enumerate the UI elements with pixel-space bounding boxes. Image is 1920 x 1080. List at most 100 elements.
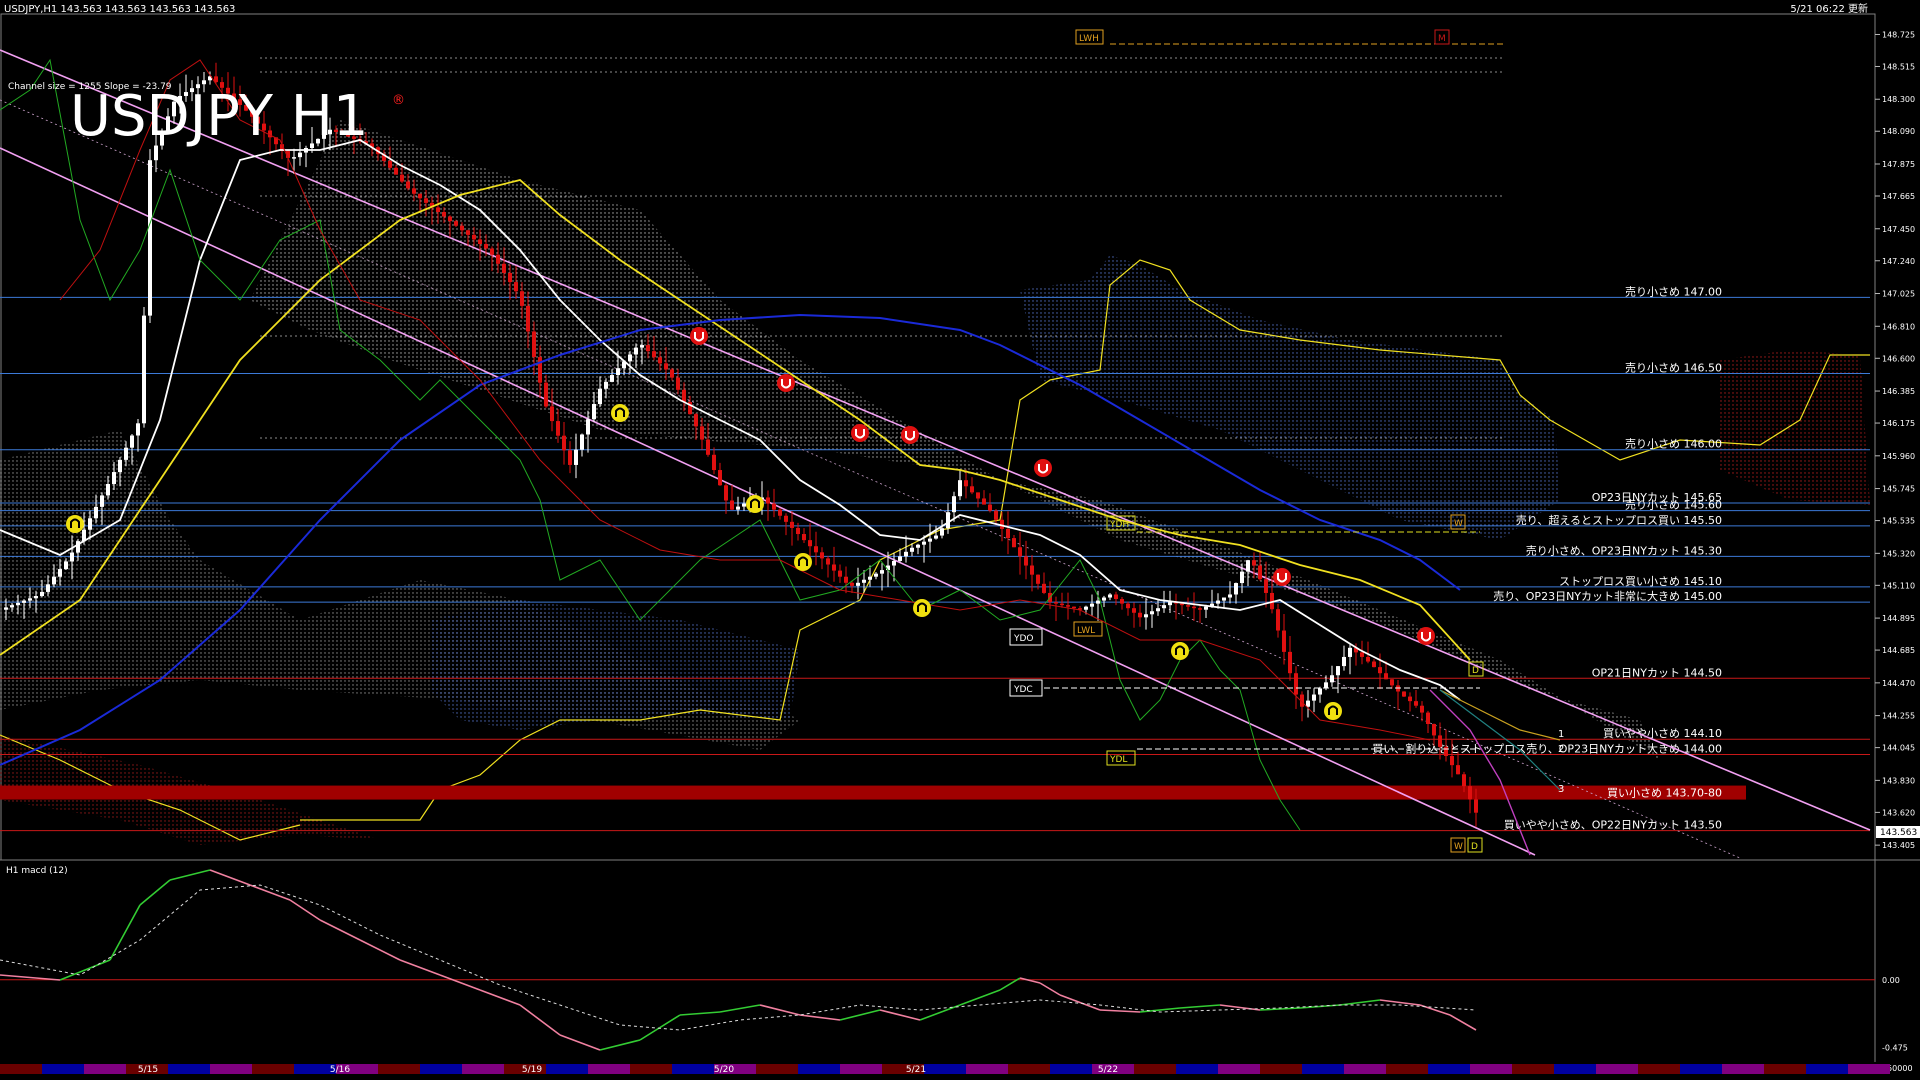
- registered-mark: ®: [392, 93, 405, 108]
- candle-body: [1252, 560, 1256, 566]
- macd-segment: [519, 1004, 561, 1036]
- candle-body: [1216, 600, 1220, 604]
- candle-body: [1012, 538, 1016, 548]
- candle-body: [562, 435, 566, 451]
- date-strip-cell: [966, 1064, 1008, 1074]
- candle-body: [1420, 705, 1424, 713]
- candle-body: [1348, 647, 1352, 657]
- candle-body: [1264, 579, 1268, 593]
- date-strip-cell: [1512, 1064, 1554, 1074]
- candle-body: [412, 188, 416, 194]
- candle-body: [1234, 583, 1238, 595]
- macd-segment: [679, 1011, 721, 1016]
- candle-body: [100, 495, 104, 507]
- candle-body: [532, 331, 536, 358]
- price-tick-label-3: 148.090: [1882, 127, 1915, 136]
- candle-body: [1474, 799, 1478, 813]
- macd-segment: [719, 1004, 761, 1013]
- date-strip-cell: [84, 1064, 126, 1074]
- candle-body: [28, 598, 32, 601]
- level-label-7: ストップロス買い小さめ 145.10: [1559, 575, 1722, 588]
- price-tick-label-14: 145.745: [1882, 485, 1915, 494]
- macd-segment: [319, 919, 361, 941]
- level-label-13: 買いやや小さめ、OP22日NYカット 143.50: [1504, 819, 1722, 832]
- candle-body: [1450, 756, 1454, 766]
- macd-tick-label-1: -0.475: [1882, 1043, 1908, 1052]
- candle-body: [952, 496, 956, 513]
- candle-body: [808, 540, 812, 547]
- candle-body: [898, 556, 902, 561]
- candle-body: [1156, 608, 1160, 612]
- candle-body: [964, 480, 968, 487]
- price-tick-label-17: 145.110: [1882, 581, 1915, 590]
- candle-body: [766, 497, 770, 504]
- price-tick-label-7: 147.240: [1882, 257, 1915, 266]
- date-strip-cell: [672, 1064, 714, 1074]
- candle-body: [694, 414, 698, 427]
- candle-body: [598, 388, 602, 404]
- date-strip-cell: [1218, 1064, 1260, 1074]
- date-strip-cell: [1764, 1064, 1806, 1074]
- candle-body: [1306, 700, 1310, 707]
- level-label-0: 売り小さめ 147.00: [1625, 285, 1722, 298]
- level-label-4: 売り小さめ 145.60: [1625, 499, 1722, 512]
- candle-body: [568, 450, 572, 465]
- date-strip-cell: [210, 1064, 252, 1074]
- candle-body: [820, 552, 824, 559]
- clock-label: 5/21 06:22 更新: [1790, 2, 1868, 15]
- candle-body: [880, 570, 884, 574]
- candle-body: [928, 538, 932, 542]
- candle-body: [940, 528, 944, 536]
- date-strip-cell: [1722, 1064, 1764, 1074]
- date-strip-cell: [1638, 1064, 1680, 1074]
- candle-body: [658, 357, 662, 364]
- level-label-1: 売り小さめ 146.50: [1625, 362, 1722, 375]
- candle-body: [130, 435, 134, 448]
- usdjpy-h1-chart[interactable]: 売り小さめ 147.00売り小さめ 146.50売り小さめ 146.00OP23…: [0, 0, 1920, 1080]
- sell-signal-icon-6: [1417, 627, 1435, 645]
- macd-segment: [359, 939, 401, 961]
- macd-segment: [759, 1004, 801, 1016]
- macd-segment: [0, 974, 61, 981]
- macd-segment: [139, 879, 171, 906]
- candle-body: [1186, 605, 1190, 607]
- candle-body: [520, 291, 524, 306]
- candle-body: [640, 345, 644, 348]
- candle-body: [556, 421, 560, 436]
- candle-body: [976, 492, 980, 499]
- candle-body: [1222, 597, 1226, 601]
- sell-signal-icon-3: [901, 426, 919, 444]
- candle-body: [1366, 656, 1370, 662]
- price-tick-label-20: 144.470: [1882, 679, 1915, 688]
- candle-body: [682, 389, 686, 402]
- candle-body: [142, 315, 146, 424]
- macd-panel: 0.00-0.475150000: [0, 869, 1913, 1073]
- candle-body: [838, 570, 842, 577]
- candle-body: [628, 354, 632, 362]
- price-tick-label-0: 148.725: [1882, 30, 1915, 39]
- date-label-3: 5/20: [714, 1065, 734, 1075]
- candle-body: [94, 506, 98, 519]
- candle-body: [1072, 606, 1076, 609]
- candle-body: [646, 345, 650, 352]
- candle-body: [790, 521, 794, 528]
- price-axis: 148.725 148.515 148.300 148.090 147.875 147.6…: [1875, 30, 1915, 850]
- candle-body: [106, 484, 110, 496]
- candle-body: [1006, 528, 1010, 539]
- candle-body: [970, 486, 974, 493]
- date-strip-cell: [252, 1064, 294, 1074]
- candle-body: [610, 375, 614, 382]
- date-strip-cell: [798, 1064, 840, 1074]
- date-strip-cell: [1050, 1064, 1092, 1074]
- macd-segment: [919, 1004, 961, 1021]
- candle-body: [1102, 597, 1106, 601]
- candle-body: [1372, 661, 1376, 668]
- date-strip-cell: [1470, 1064, 1512, 1074]
- candle-body: [1150, 611, 1154, 615]
- candle-body: [148, 160, 152, 316]
- candle-body: [916, 544, 920, 548]
- date-strip-cell: [378, 1064, 420, 1074]
- buy-signal-icon-1: [611, 404, 629, 422]
- candle-body: [70, 552, 74, 562]
- candle-body: [400, 174, 404, 182]
